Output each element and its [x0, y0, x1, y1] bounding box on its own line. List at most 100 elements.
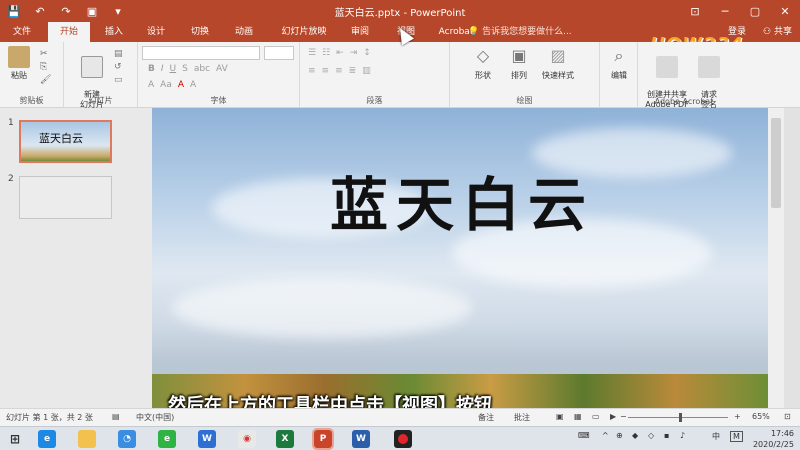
recorder-icon[interactable] [394, 430, 412, 448]
drawing-group-label: 绘图 [516, 96, 533, 105]
editing-button[interactable]: ⌕ 编辑 [602, 44, 636, 81]
tray-arrow-icon[interactable]: ^ [602, 431, 609, 440]
paste-label: 粘贴 [11, 71, 27, 80]
align-center-icon[interactable]: ≡ [322, 66, 330, 76]
char-spacing-button[interactable]: AV [216, 64, 228, 74]
tab-insert[interactable]: 插入 [96, 22, 132, 42]
paragraph-row-1: ☰ ☷ ⇤ ⇥ ↕ [308, 48, 371, 58]
strikethrough-button[interactable]: abc [194, 64, 210, 74]
keyboard-icon[interactable]: ⌨ [578, 431, 590, 440]
chrome-icon[interactable]: ◉ [238, 430, 256, 448]
font-family-combo[interactable] [142, 46, 260, 60]
ie-browser-icon[interactable]: e [38, 430, 56, 448]
shadow-button[interactable]: S [182, 64, 188, 74]
slide-thumbnail-1[interactable]: 蓝天白云 [19, 120, 112, 163]
font-color-button[interactable]: A [178, 80, 184, 90]
comments-button[interactable]: 批注 [514, 412, 530, 423]
align-right-icon[interactable]: ≡ [335, 66, 343, 76]
scrollbar-thumb[interactable] [771, 118, 781, 208]
tray-icon[interactable]: ▪ [664, 431, 669, 440]
volume-icon[interactable]: ♪ [680, 431, 685, 440]
clock[interactable]: 17:46 2020/2/25 [753, 428, 794, 450]
powerpoint-icon[interactable]: P [312, 428, 334, 450]
tray-icon[interactable]: ◇ [648, 431, 654, 440]
tab-transitions[interactable]: 切换 [182, 22, 218, 42]
close-button[interactable]: ✕ [770, 0, 800, 22]
notes-button[interactable]: 备注 [478, 412, 494, 423]
italic-button[interactable]: I [161, 64, 164, 74]
section-icon[interactable]: ▭ [114, 74, 123, 87]
font-size-combo[interactable] [264, 46, 294, 60]
share-label: 共享 [773, 27, 792, 37]
paragraph-row-2: ≡ ≡ ≡ ≣ ▥ [308, 66, 371, 76]
zoom-slider[interactable] [628, 417, 728, 418]
tab-file[interactable]: 文件 [4, 22, 40, 42]
copy-icon[interactable]: ⎘ [40, 61, 51, 74]
file-explorer-icon[interactable] [78, 430, 96, 448]
sorter-view-icon[interactable]: ▦ [574, 412, 582, 421]
format-painter-icon[interactable]: 🖌 [40, 74, 51, 87]
zoom-level[interactable]: 65% [752, 412, 770, 421]
slide-thumbnail-2[interactable] [19, 176, 112, 219]
excel-icon[interactable]: X [276, 430, 294, 448]
tab-design[interactable]: 设计 [138, 22, 174, 42]
share-button[interactable]: ⚇ 共享 [763, 22, 792, 42]
increase-font-button[interactable]: A [148, 80, 154, 90]
zoom-slider-knob[interactable] [679, 413, 682, 422]
network-icon[interactable]: ⊕ [616, 431, 623, 440]
layout-icon[interactable]: ▤ [114, 48, 123, 61]
paragraph-group: ☰ ☷ ⇤ ⇥ ↕ ≡ ≡ ≡ ≣ ▥ 段落 [300, 42, 450, 108]
indent-icon[interactable]: ⇥ [350, 48, 358, 58]
slide-title[interactable]: 蓝天白云 [287, 158, 637, 242]
vertical-scrollbar[interactable] [768, 108, 784, 408]
arrange-label: 排列 [511, 71, 527, 80]
word-icon[interactable]: W [352, 430, 370, 448]
ribbon-display-icon[interactable]: ⊡ [680, 0, 710, 22]
arrange-button[interactable]: ▣ 排列 [502, 44, 536, 81]
spellcheck-icon[interactable]: ▤ [112, 412, 120, 421]
minimize-button[interactable]: ─ [710, 0, 740, 22]
tab-slideshow[interactable]: 幻灯片放映 [274, 22, 334, 42]
thumbnail-title: 蓝天白云 [39, 132, 83, 145]
windows-taskbar: ⊞ e ◔ e W ◉ X P W ⌨ ^ ⊕ ◆ ◇ ▪ ♪ 中 M 17:4… [0, 426, 800, 450]
tray-icon[interactable]: ◆ [632, 431, 638, 440]
normal-view-icon[interactable]: ▣ [556, 412, 564, 421]
maximize-button[interactable]: ▢ [740, 0, 770, 22]
outdent-icon[interactable]: ⇤ [336, 48, 344, 58]
cut-icon[interactable]: ✂ [40, 48, 51, 61]
columns-icon[interactable]: ▥ [362, 66, 371, 76]
browser-green-icon[interactable]: e [158, 430, 176, 448]
highlight-button[interactable]: A [190, 80, 196, 90]
zoom-out-button[interactable]: − [620, 412, 627, 421]
underline-button[interactable]: U [170, 64, 177, 74]
tab-home[interactable]: 开始 [48, 22, 90, 42]
reset-icon[interactable]: ↺ [114, 61, 123, 74]
cloud-app-icon[interactable]: ◔ [118, 430, 136, 448]
paste-button[interactable]: 粘贴 [2, 44, 36, 81]
language[interactable]: 中文(中国) [136, 412, 174, 423]
slideshow-view-icon[interactable]: ▶ [610, 412, 616, 421]
lightbulb-icon: 💡 [468, 27, 483, 37]
ime-indicator[interactable]: 中 [712, 431, 720, 442]
justify-icon[interactable]: ≣ [349, 66, 357, 76]
numbering-icon[interactable]: ☷ [322, 48, 330, 58]
slide-thumbnail-panel: 1 蓝天白云 2 [0, 108, 152, 408]
new-slide-icon [81, 56, 103, 78]
tab-animations[interactable]: 动画 [226, 22, 262, 42]
fit-slide-icon[interactable]: ⊡ [784, 412, 791, 421]
change-case-button[interactable]: Aa [160, 80, 172, 90]
bold-button[interactable]: B [148, 64, 155, 74]
align-left-icon[interactable]: ≡ [308, 66, 316, 76]
shape-button[interactable]: ◇ 形状 [466, 44, 500, 81]
zoom-in-button[interactable]: + [734, 412, 741, 421]
wps-icon[interactable]: W [198, 430, 216, 448]
reading-view-icon[interactable]: ▭ [592, 412, 600, 421]
tell-me-box[interactable]: 💡 告诉我您想要做什么... [468, 22, 572, 42]
line-spacing-icon[interactable]: ↕ [363, 48, 371, 58]
bullets-icon[interactable]: ☰ [308, 48, 316, 58]
quick-styles-button[interactable]: ▨ 快速样式 [538, 44, 578, 81]
current-slide[interactable]: 蓝天白云 [152, 108, 768, 408]
windows-start-icon[interactable]: ⊞ [6, 430, 24, 448]
tab-review[interactable]: 审阅 [342, 22, 378, 42]
ime-mode[interactable]: M [730, 431, 743, 442]
